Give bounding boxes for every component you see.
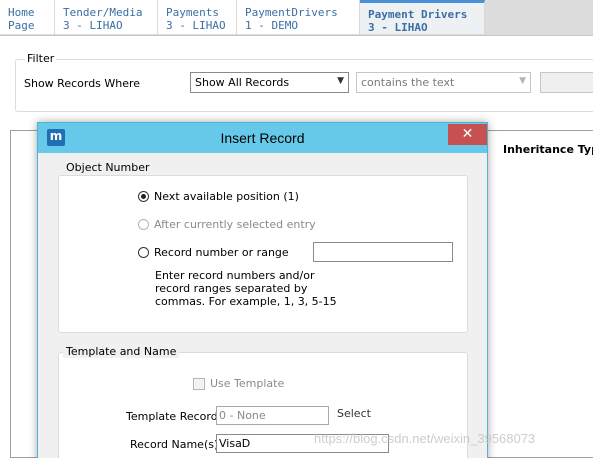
template-and-name-title: Template and Name [63, 345, 180, 358]
tab-label: Payments [166, 6, 219, 19]
app-window: Home Page Tender/Media 3 - LIHAO Payment… [0, 0, 593, 458]
record-range-help-text: Enter record numbers and/or record range… [155, 269, 337, 308]
radio-record-number-label[interactable]: Record number or range [154, 246, 289, 259]
close-button[interactable]: ✕ [448, 124, 487, 145]
watermark-text: https://blog.csdn.net/weixin_39568073 [314, 431, 536, 446]
show-records-where-label: Show Records Where [24, 77, 141, 90]
insert-record-dialog: m Insert Record ✕ Object Number Next ava… [37, 122, 488, 458]
chevron-down-icon: ▼ [337, 76, 344, 86]
object-number-title: Object Number [63, 161, 153, 174]
record-name-label: Record Name(s) [130, 438, 219, 451]
tab-sublabel: 1 - DEMO [245, 19, 298, 32]
close-icon: ✕ [461, 126, 474, 142]
filter-field-value: Show All Records [195, 76, 290, 89]
tab-sublabel: 3 - LIHAO [368, 21, 428, 34]
tab-payment-drivers-active[interactable]: Payment Drivers 3 - LIHAO [360, 0, 485, 34]
tab-label: Payment Drivers [368, 8, 468, 21]
tab-payment-drivers-demo[interactable]: PaymentDrivers 1 - DEMO [237, 0, 360, 34]
column-header-inheritance-type[interactable]: Inheritance Type [503, 143, 593, 156]
tab-label: Home [8, 6, 35, 19]
tab-sublabel: 3 - LIHAO [63, 19, 123, 32]
chevron-down-icon: ▼ [519, 76, 526, 86]
filter-field-dropdown[interactable]: Show All Records ▼ [190, 72, 349, 93]
dialog-titlebar[interactable]: m Insert Record ✕ [38, 123, 487, 153]
tab-label: Tender/Media [63, 6, 143, 19]
tab-label: PaymentDrivers [245, 6, 338, 19]
radio-after-selected-label[interactable]: After currently selected entry [154, 218, 316, 231]
tab-sublabel: Page [8, 19, 35, 32]
use-template-checkbox[interactable] [193, 378, 205, 390]
template-record-label: Template Record [126, 410, 218, 423]
filter-operator-value: contains the text [361, 76, 455, 89]
filter-operator-dropdown[interactable]: contains the text ▼ [356, 72, 531, 93]
filter-value-field[interactable] [540, 72, 593, 93]
dialog-title: Insert Record [220, 130, 305, 146]
select-template-link[interactable]: Select [337, 407, 371, 420]
radio-after-selected[interactable] [138, 219, 149, 230]
tab-home-page[interactable]: Home Page [0, 0, 55, 34]
tab-tender-media[interactable]: Tender/Media 3 - LIHAO [55, 0, 158, 34]
record-range-input[interactable] [313, 242, 453, 262]
radio-next-available-label[interactable]: Next available position (1) [154, 190, 299, 203]
template-record-input[interactable]: 0 - None [216, 406, 329, 425]
radio-next-available[interactable] [138, 191, 149, 202]
tab-payments[interactable]: Payments 3 - LIHAO [158, 0, 237, 34]
use-template-label[interactable]: Use Template [210, 377, 284, 390]
radio-record-number[interactable] [138, 247, 149, 258]
tab-sublabel: 3 - LIHAO [166, 19, 226, 32]
document-tab-strip: Home Page Tender/Media 3 - LIHAO Payment… [0, 0, 593, 36]
filter-title: Filter [25, 52, 57, 65]
